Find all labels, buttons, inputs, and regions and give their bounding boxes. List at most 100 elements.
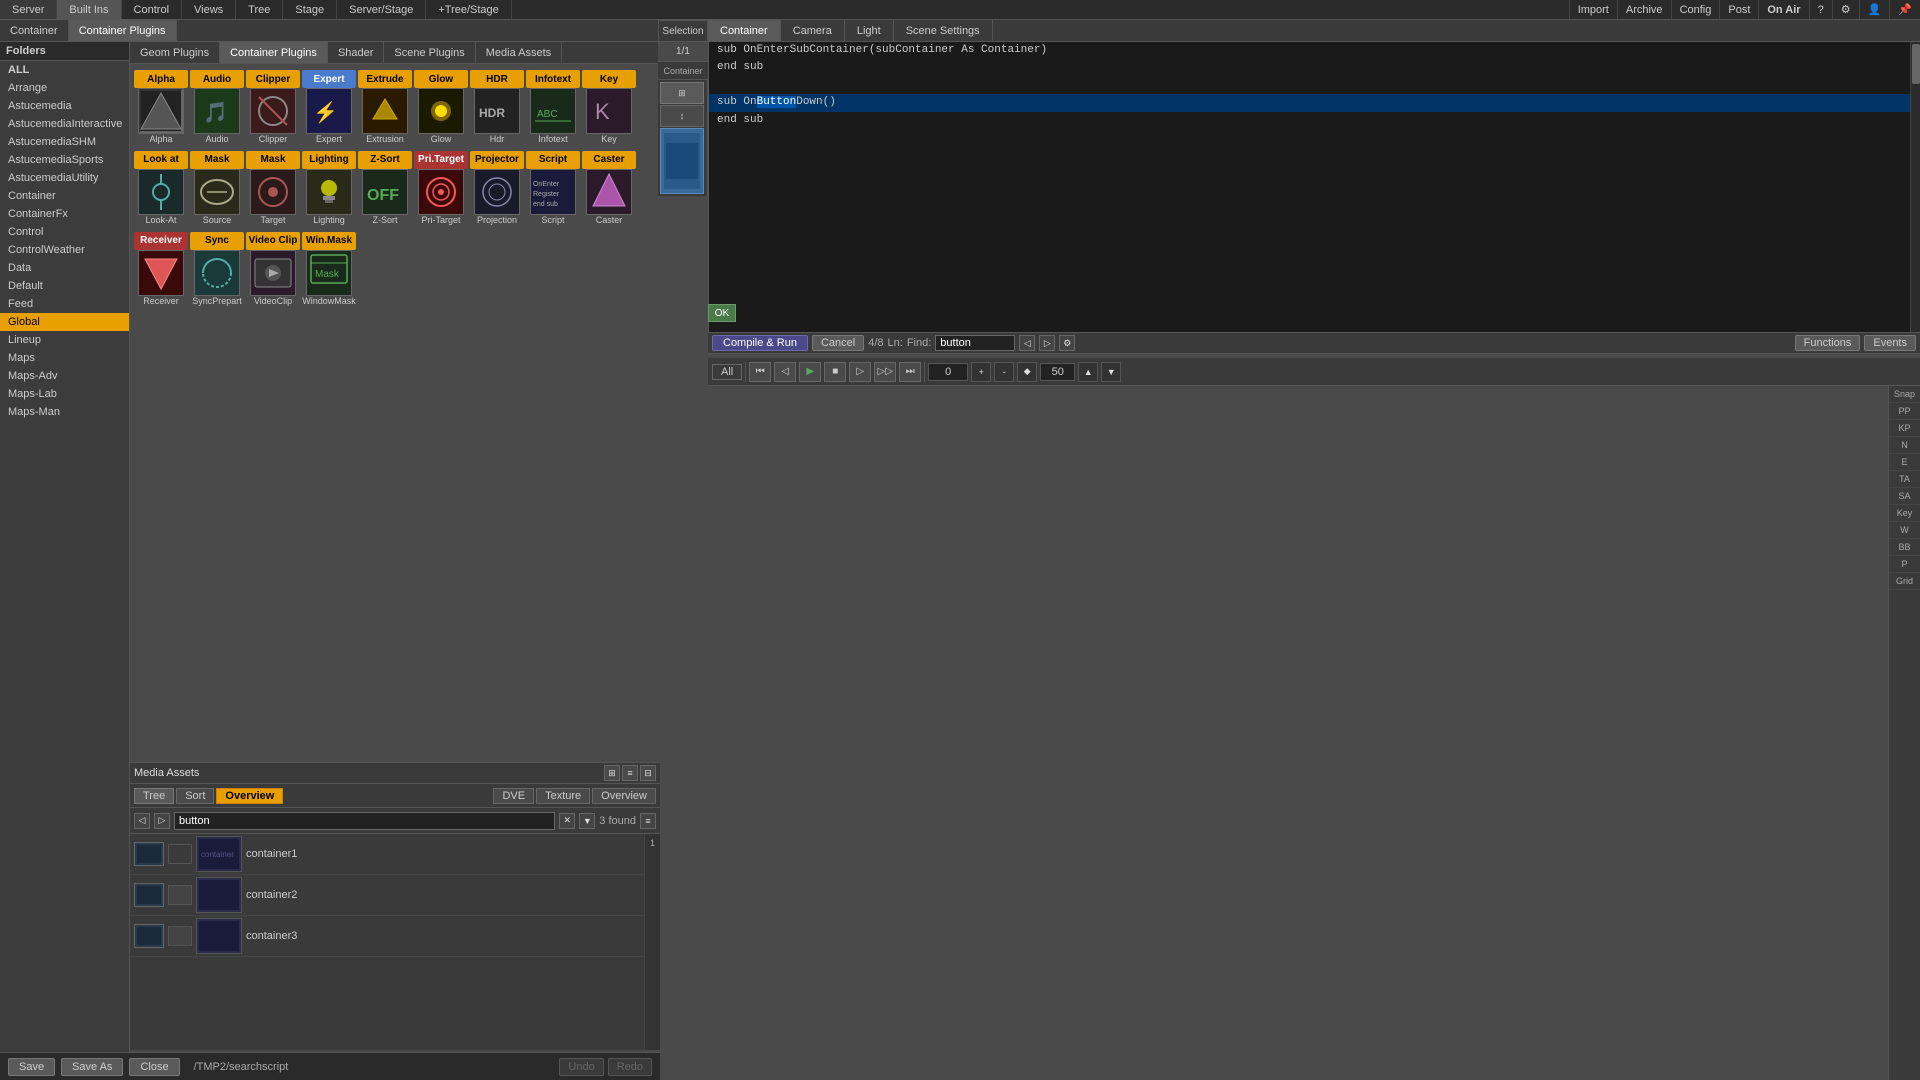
tab-tree[interactable]: Tree: [134, 788, 174, 804]
menu-import[interactable]: Import: [1569, 0, 1617, 19]
plugin-infotext[interactable]: Infotext ABC Infotext: [526, 68, 580, 147]
tab-container[interactable]: Container: [0, 20, 69, 41]
tab-right-container[interactable]: Container: [708, 20, 781, 41]
transport-play[interactable]: ▶: [799, 362, 821, 382]
save-button[interactable]: Save: [8, 1058, 55, 1076]
save-as-button[interactable]: Save As: [61, 1058, 123, 1076]
plugin-extrusion[interactable]: Extrude Extrusion: [358, 68, 412, 147]
plugin-zsort[interactable]: Z-Sort OFF Z-Sort: [358, 149, 412, 228]
transport-stop[interactable]: ■: [824, 362, 846, 382]
snap-bb[interactable]: BB: [1889, 539, 1920, 556]
plugin-glow[interactable]: Glow Glow: [414, 68, 468, 147]
tab-right-light[interactable]: Light: [845, 20, 894, 41]
find-next-icon[interactable]: ▷: [1039, 335, 1055, 351]
transport-position[interactable]: 0: [928, 363, 968, 381]
plugin-tab-container[interactable]: Container Plugins: [220, 42, 328, 63]
plugin-windowmask[interactable]: Win.Mask Mask WindowMask: [302, 230, 356, 309]
tab-container-plugins[interactable]: Container Plugins: [69, 20, 177, 41]
snap-n[interactable]: N: [1889, 437, 1920, 454]
snap-snap[interactable]: Snap: [1889, 386, 1920, 403]
events-button[interactable]: Events: [1864, 335, 1916, 351]
plugin-mask-source[interactable]: Mask Source: [190, 149, 244, 228]
script-scrollbar[interactable]: [1910, 42, 1920, 332]
settings-btn[interactable]: ⚙: [1832, 0, 1859, 19]
find-prev-icon[interactable]: ◁: [1019, 335, 1035, 351]
transport-all[interactable]: All: [712, 364, 742, 380]
transport-next[interactable]: ▷: [849, 362, 871, 382]
folder-containerfx[interactable]: ContainerFx: [0, 205, 129, 223]
user-btn[interactable]: 👤: [1859, 0, 1890, 19]
snap-sa[interactable]: SA: [1889, 488, 1920, 505]
plugin-tab-media[interactable]: Media Assets: [476, 42, 562, 63]
menu-config[interactable]: Config: [1671, 0, 1720, 19]
snap-ta[interactable]: TA: [1889, 471, 1920, 488]
transport-key[interactable]: ◆: [1017, 362, 1037, 382]
tab-right-scene[interactable]: Scene Settings: [894, 20, 993, 41]
transport-time-up[interactable]: ▲: [1078, 362, 1098, 382]
cancel-button[interactable]: Cancel: [812, 335, 864, 351]
transport-plus[interactable]: +: [971, 362, 991, 382]
folder-control[interactable]: Control: [0, 223, 129, 241]
plugin-videoclip[interactable]: Video Clip VideoClip: [246, 230, 300, 309]
plugin-lighting[interactable]: Lighting Lighting: [302, 149, 356, 228]
menu-control[interactable]: Control: [122, 0, 182, 19]
folder-control-weather[interactable]: ControlWeather: [0, 241, 129, 259]
menu-post[interactable]: Post: [1719, 0, 1758, 19]
folder-global[interactable]: Global: [0, 313, 129, 331]
menu-stage[interactable]: Stage: [283, 0, 337, 19]
plugin-sync[interactable]: Sync SyncPrepart: [190, 230, 244, 309]
menu-onair[interactable]: On Air: [1758, 0, 1808, 19]
menu-views[interactable]: Views: [182, 0, 236, 19]
plugin-pri-target[interactable]: Pri.Target Pri-Target: [414, 149, 468, 228]
search-clear-icon[interactable]: ✕: [559, 813, 575, 829]
plugin-alpha[interactable]: Alpha Alpha: [134, 68, 188, 147]
plugin-lookat[interactable]: Look at Look-At: [134, 149, 188, 228]
transport-time[interactable]: 50: [1040, 363, 1075, 381]
snap-pp[interactable]: PP: [1889, 403, 1920, 420]
folder-container[interactable]: Container: [0, 187, 129, 205]
plugin-tab-geom[interactable]: Geom Plugins: [130, 42, 220, 63]
folder-astucemedia-sports[interactable]: AstucemediaSports: [0, 151, 129, 169]
folder-astucemedia-shm[interactable]: AstucemediaSHM: [0, 133, 129, 151]
plugin-receiver[interactable]: Receiver Receiver: [134, 230, 188, 309]
tab-sort[interactable]: Sort: [176, 788, 214, 804]
plugin-clipper[interactable]: Clipper Clipper: [246, 68, 300, 147]
search-extra-icon[interactable]: ≡: [640, 813, 656, 829]
snap-e[interactable]: E: [1889, 454, 1920, 471]
plugin-key[interactable]: Key K Key: [582, 68, 636, 147]
help-btn[interactable]: ?: [1809, 0, 1832, 19]
plugin-tab-scene[interactable]: Scene Plugins: [384, 42, 475, 63]
media-icon3[interactable]: ⊟: [640, 765, 656, 781]
folder-maps[interactable]: Maps: [0, 349, 129, 367]
plugin-script[interactable]: Script OnEnterRegisterend sub Script: [526, 149, 580, 228]
folder-astucemedia[interactable]: Astucemedia: [0, 97, 129, 115]
snap-key[interactable]: Key: [1889, 505, 1920, 522]
folder-lineup[interactable]: Lineup: [0, 331, 129, 349]
folder-astucemedia-utility[interactable]: AstucemediaUtility: [0, 169, 129, 187]
folder-data[interactable]: Data: [0, 259, 129, 277]
menu-archive[interactable]: Archive: [1617, 0, 1671, 19]
result-container1[interactable]: container container1: [130, 834, 660, 875]
transport-time-down[interactable]: ▼: [1101, 362, 1121, 382]
folder-maps-lab[interactable]: Maps-Lab: [0, 385, 129, 403]
plugin-projection[interactable]: Projector Projection: [470, 149, 524, 228]
pin-btn[interactable]: 📌: [1889, 0, 1920, 19]
snap-grid[interactable]: Grid: [1889, 573, 1920, 590]
compile-run-button[interactable]: Compile & Run: [712, 335, 808, 351]
side-tool-2[interactable]: ↕: [660, 105, 704, 127]
tab-texture[interactable]: Texture: [536, 788, 590, 804]
side-tool-1[interactable]: ⊞: [660, 82, 704, 104]
folder-all[interactable]: ALL: [0, 61, 129, 79]
transport-prev[interactable]: ◁: [774, 362, 796, 382]
script-scrollbar-thumb[interactable]: [1912, 44, 1920, 84]
functions-button[interactable]: Functions: [1795, 335, 1861, 351]
close-button[interactable]: Close: [129, 1058, 179, 1076]
snap-kp[interactable]: KP: [1889, 420, 1920, 437]
plugin-hdr[interactable]: HDR HDR Hdr: [470, 68, 524, 147]
find-input[interactable]: [935, 335, 1015, 351]
folder-feed[interactable]: Feed: [0, 295, 129, 313]
search-right-icon[interactable]: ▷: [154, 813, 170, 829]
redo-button[interactable]: Redo: [608, 1058, 652, 1076]
folder-default[interactable]: Default: [0, 277, 129, 295]
menu-serverstage[interactable]: Server/Stage: [337, 0, 426, 19]
